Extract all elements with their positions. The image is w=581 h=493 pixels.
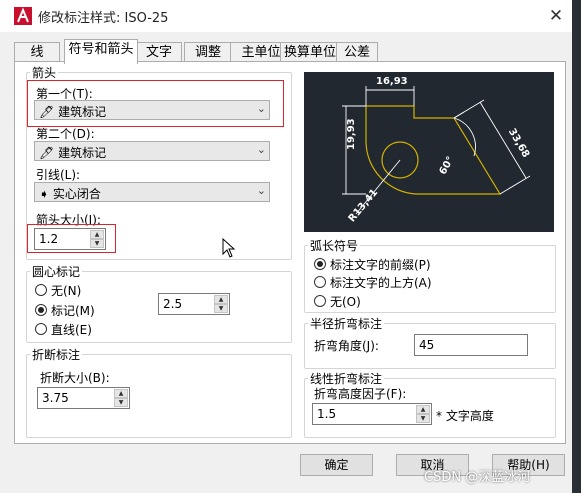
jog-angle-input[interactable]: 45: [414, 334, 528, 356]
center-mark-mark-radio[interactable]: [35, 304, 47, 316]
spin-up-icon[interactable]: ▲: [114, 389, 128, 398]
jog-height-value: 1.5: [317, 407, 337, 421]
tab-text[interactable]: 文字: [136, 42, 182, 63]
center-marks-group-title: 圆心标记: [30, 263, 83, 280]
tab-alternate-units[interactable]: 换算单位: [280, 42, 340, 63]
spin-up-icon[interactable]: ▲: [416, 405, 430, 414]
tab-symbols-arrows[interactable]: 符号和箭头: [64, 39, 138, 64]
dimension-break-group-title: 折断标注: [30, 346, 83, 363]
tab-tolerances[interactable]: 公差: [336, 42, 378, 63]
break-size-label: 折断大小(B):: [40, 371, 110, 385]
spin-down-icon[interactable]: ▼: [114, 398, 128, 407]
center-mark-none-label: 无(N): [51, 284, 82, 298]
autocad-logo-icon: [14, 7, 32, 25]
background-canvas: [572, 0, 581, 493]
mouse-cursor-icon: [222, 238, 236, 258]
second-arrow-label: 第二个(D):: [36, 127, 95, 141]
leader-select[interactable]: ➧ 实心闭合 ⌄: [34, 182, 270, 202]
preview-dim-radius: R13,41: [347, 187, 381, 224]
break-size-value: 3.75: [42, 391, 69, 405]
arc-above-radio[interactable]: [314, 276, 326, 288]
radius-jog-group-title: 半径折弯标注: [308, 315, 385, 332]
center-mark-mark-label: 标记(M): [51, 304, 95, 318]
preview-dim-top: 16,93: [376, 76, 408, 87]
title-bar: 修改标注样式: ISO-25 ✕: [0, 0, 572, 32]
preview-dim-left: 19,93: [346, 118, 357, 150]
tab-fit[interactable]: 调整: [184, 42, 232, 63]
arrowheads-group-title: 箭头: [30, 64, 59, 81]
jog-angle-value: 45: [419, 338, 435, 352]
dialog-window: 修改标注样式: ISO-25 ✕ 线 符号和箭头 文字 调整 主单位 换算单位 …: [0, 0, 572, 493]
jog-height-spinner[interactable]: 1.5 ▲ ▼: [312, 403, 432, 425]
arc-length-group-title: 弧长符号: [308, 237, 361, 254]
watermark: CSDN @深蓝冰河: [424, 470, 531, 485]
jog-height-suffix: * 文字高度: [436, 409, 494, 423]
jog-angle-label: 折弯角度(J):: [314, 339, 379, 353]
center-mark-line-label: 直线(E): [51, 323, 92, 337]
spin-down-icon[interactable]: ▼: [214, 304, 228, 313]
arc-prefix-radio[interactable]: [314, 258, 326, 270]
spin-down-icon[interactable]: ▼: [416, 414, 430, 423]
tab-lines[interactable]: 线: [14, 42, 60, 63]
center-mark-line-radio[interactable]: [35, 323, 47, 335]
arc-none-radio[interactable]: [314, 295, 326, 307]
closed-arrow-icon: ➧: [39, 187, 50, 201]
center-mark-none-radio[interactable]: [35, 284, 47, 296]
window-title: 修改标注样式: ISO-25: [38, 11, 169, 26]
close-icon[interactable]: ✕: [546, 6, 566, 26]
arc-prefix-label: 标注文字的前缀(P): [330, 258, 431, 272]
second-arrow-select[interactable]: 🖊 建筑标记 ⌄: [34, 141, 270, 161]
second-arrow-value: 建筑标记: [58, 146, 107, 160]
highlight-first-arrow: [27, 80, 284, 127]
jog-height-label: 折弯高度因子(F):: [314, 387, 407, 401]
dimension-preview: 16,93 19,93 33,68 R13,41 60°: [304, 72, 554, 232]
break-size-spinner[interactable]: 3.75 ▲ ▼: [37, 387, 130, 409]
pen-icon: 🖊: [39, 146, 55, 160]
ok-button[interactable]: 确定: [300, 454, 373, 476]
center-mark-size-value: 2.5: [163, 297, 183, 311]
preview-dim-right: 33,68: [506, 127, 531, 160]
highlight-arrow-size: [27, 224, 116, 253]
arc-above-label: 标注文字的上方(A): [330, 276, 432, 290]
preview-drawing: 16,93 19,93 33,68 R13,41 60°: [342, 76, 531, 224]
arc-none-label: 无(O): [330, 295, 361, 309]
leader-value: 实心闭合: [52, 187, 101, 201]
preview-dim-angle: 60°: [438, 155, 457, 177]
leader-label: 引线(L):: [36, 168, 81, 182]
center-mark-size-spinner[interactable]: 2.5 ▲ ▼: [158, 293, 230, 315]
chevron-down-icon: ⌄: [256, 184, 266, 197]
spin-up-icon[interactable]: ▲: [214, 295, 228, 304]
chevron-down-icon: ⌄: [256, 143, 266, 156]
